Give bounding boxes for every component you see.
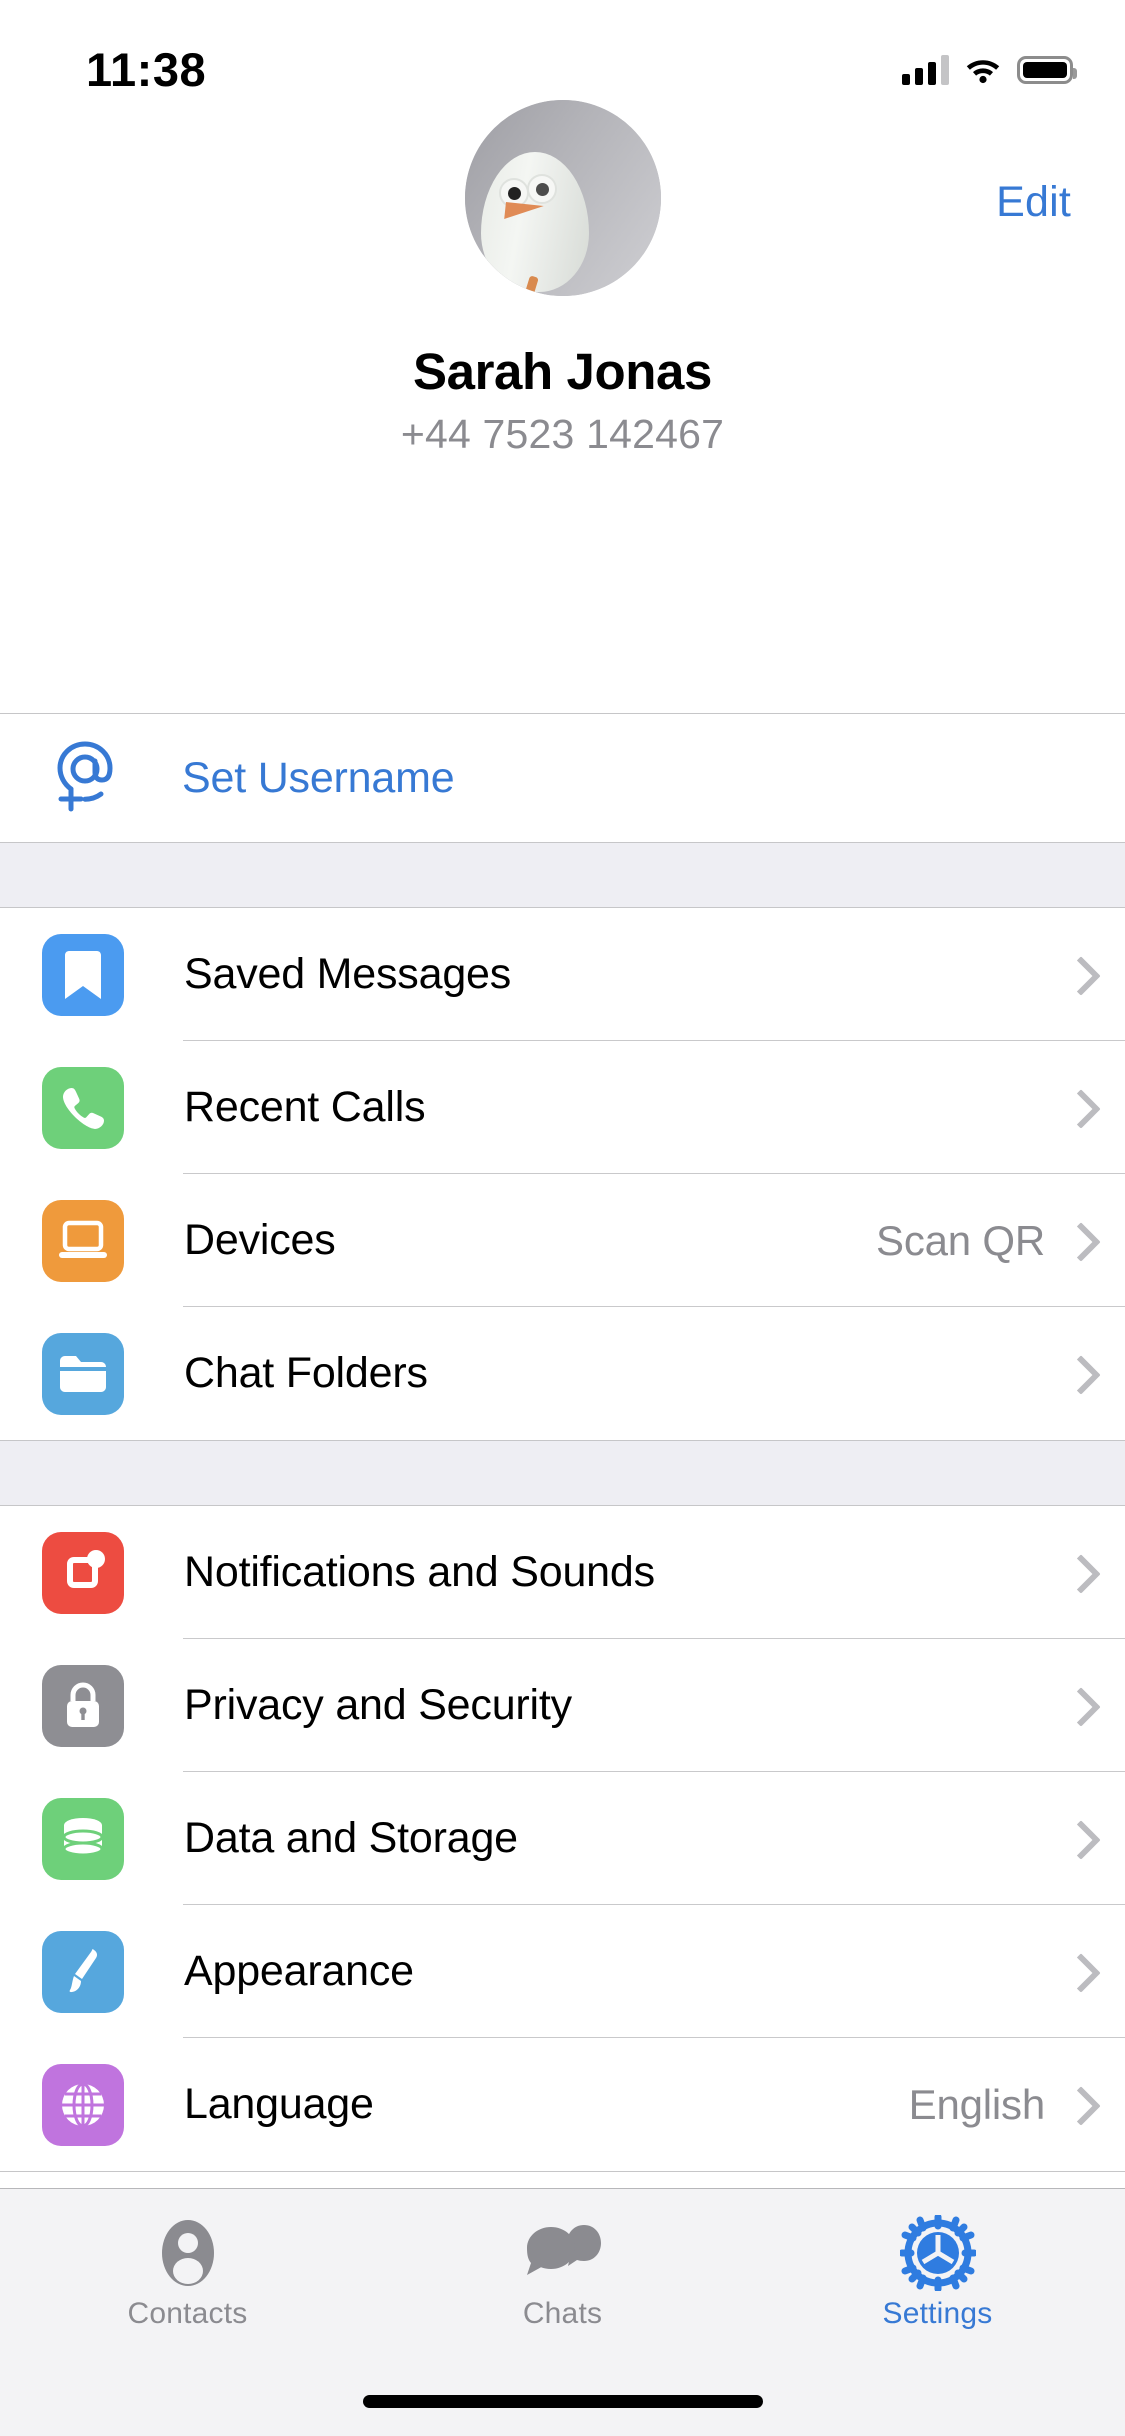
list-item-recent-calls[interactable]: Recent Calls <box>0 1041 1125 1174</box>
status-bar-time: 11:38 <box>86 42 207 96</box>
page-title: Sarah Jonas <box>413 343 712 400</box>
notification-badge-icon <box>42 1531 124 1614</box>
wifi-icon <box>966 60 1000 84</box>
paintbrush-icon <box>42 1930 124 2013</box>
list-item-devices[interactable]: Devices Scan QR <box>0 1174 1125 1307</box>
globe-icon <box>42 2063 124 2146</box>
section-bottom-divider <box>0 2171 1125 2172</box>
chevron-right-icon <box>1067 1556 1087 1590</box>
chevron-right-icon <box>1067 1091 1087 1125</box>
list-item-appearance[interactable]: Appearance <box>0 1905 1125 2038</box>
tab-label: Chats <box>522 2297 603 2330</box>
list-item-label: Set Username <box>182 753 455 802</box>
chevron-right-icon <box>1067 1357 1087 1391</box>
profile-phone: +44 7523 142467 <box>400 411 725 457</box>
list-item-data-and-storage[interactable]: Data and Storage <box>0 1772 1125 1905</box>
person-icon <box>156 2215 220 2291</box>
chat-bubbles-icon <box>524 2215 602 2291</box>
settings-group-username-section: Set Username <box>0 714 1125 842</box>
tab-settings[interactable]: Settings <box>750 2189 1125 2331</box>
list-item-notifications-and-sounds[interactable]: Notifications and Sounds <box>0 1506 1125 1639</box>
tab-chats[interactable]: Chats <box>375 2189 750 2331</box>
list-item-label: Data and Storage <box>184 1814 518 1862</box>
list-item-label: Devices <box>184 1216 336 1264</box>
section-gap <box>0 843 1125 907</box>
section-gap <box>0 1441 1125 1505</box>
list-item-label: Language <box>184 2080 374 2128</box>
laptop-icon <box>42 1199 124 1282</box>
gear-icon <box>899 2215 976 2291</box>
home-indicator <box>362 2395 763 2408</box>
cellular-bars-icon <box>902 55 949 85</box>
at-sign-plus-icon <box>48 737 124 819</box>
list-item-privacy-and-security[interactable]: Privacy and Security <box>0 1639 1125 1772</box>
chevron-right-icon <box>1067 2088 1087 2122</box>
list-item-label: Notifications and Sounds <box>184 1548 655 1596</box>
profile-header: Sarah Jonas +44 7523 142467 <box>0 100 1125 458</box>
bookmark-icon <box>42 933 124 1016</box>
phone-icon <box>42 1066 124 1149</box>
tab-label: Contacts <box>127 2297 248 2330</box>
tab-contacts[interactable]: Contacts <box>0 2189 375 2331</box>
list-item-set-username[interactable]: Set Username <box>0 714 1125 842</box>
list-item-language[interactable]: Language English <box>0 2038 1125 2171</box>
status-bar-indicators <box>902 55 1077 85</box>
list-item-label: Chat Folders <box>184 1349 428 1397</box>
chevron-right-icon <box>1067 1822 1087 1856</box>
chevron-right-icon <box>1067 1955 1087 1989</box>
telegram-settings-screen: 11:38 Edit Sarah Jonas +44 7523 142467 S… <box>0 0 1125 2436</box>
chevron-right-icon <box>1067 1689 1087 1723</box>
list-item-chat-folders[interactable]: Chat Folders <box>0 1307 1125 1440</box>
avatar[interactable] <box>464 100 661 296</box>
settings-group-settings-section: Notifications and Sounds Privacy and Sec… <box>0 1506 1125 2171</box>
chevron-right-icon <box>1067 958 1087 992</box>
chevron-right-icon <box>1067 1224 1087 1258</box>
battery-icon <box>1017 56 1077 84</box>
list-item-label: Appearance <box>184 1947 414 1995</box>
list-item-label: Recent Calls <box>184 1083 426 1131</box>
list-item-saved-messages[interactable]: Saved Messages <box>0 908 1125 1041</box>
list-item-value: English <box>908 2080 1046 2128</box>
settings-group-account-section: Saved Messages Recent Calls Devices Scan … <box>0 908 1125 1440</box>
list-item-label: Saved Messages <box>184 950 512 998</box>
list-item-label: Privacy and Security <box>184 1681 572 1729</box>
lock-icon <box>42 1664 124 1747</box>
tab-label: Settings <box>882 2297 993 2330</box>
list-item-value: Scan QR <box>876 1216 1045 1264</box>
database-icon <box>42 1797 124 1880</box>
folder-icon <box>42 1332 124 1415</box>
